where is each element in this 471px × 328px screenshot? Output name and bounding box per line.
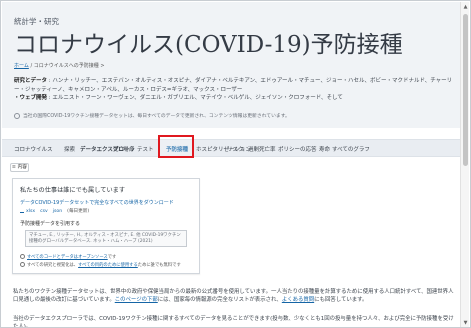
open-source-link[interactable]: すべてのコードとデータはオープンソース bbox=[27, 255, 108, 260]
json-link[interactable]: json bbox=[53, 209, 62, 214]
vertical-scrollbar[interactable]: ▲ ▼ bbox=[460, 2, 469, 327]
download-card: 私たちの仕事は誰にでも属しています データCOVID-19データセットで完全なす… bbox=[12, 178, 200, 274]
free-use-link[interactable]: すべての目的のために使用する bbox=[78, 263, 138, 268]
license2-tail: ために誰でも無料です bbox=[137, 263, 181, 268]
authors-credit: 研究とデータ : ハンナ・リッチー、エステバン・オルティス・オスピナ、ダイアナ・… bbox=[14, 77, 454, 103]
nav-item-all-charts[interactable]: すべてのグラフ bbox=[332, 145, 370, 153]
info-icon bbox=[14, 112, 20, 119]
file-links-row: xlsx csv json (毎日更新) bbox=[20, 208, 89, 214]
authors-label: 研究とデータ bbox=[14, 78, 48, 84]
nav-item-risks[interactable]: リスク bbox=[227, 145, 244, 153]
breadcrumb: ホーム / コロナウイルスへの予防接種 > bbox=[14, 62, 105, 69]
breadcrumb-current: コロナウイルスへの予防接種 bbox=[33, 63, 99, 69]
page-viewport: 統計学・研究 コロナウイルス(COVID-19)予防接種 ホーム / コロナウイ… bbox=[0, 0, 471, 328]
download-dataset-link[interactable]: データCOVID-19データセットで完全なすべての世界をダウンロード bbox=[20, 199, 174, 206]
file-update-note: (毎日更新) bbox=[67, 209, 90, 214]
breadcrumb-trail: > bbox=[98, 63, 105, 69]
body-paragraph-2: 当社のデータエクスプローラでは、COVID-19ワクチン接種に関するすべてのデー… bbox=[13, 316, 454, 328]
update-notice-text: 当社の国際COVID-19ワクチン接種データセットは、毎日すべてのデータで更新さ… bbox=[23, 114, 290, 119]
csv-link[interactable]: csv bbox=[40, 209, 48, 214]
nav-item-cases[interactable]: 場合 bbox=[123, 145, 134, 153]
page-title: コロナウイルス(COVID-19)予防接種 bbox=[14, 32, 403, 58]
cite-label: 予防接種データを引用する bbox=[20, 221, 81, 227]
license1-text: です bbox=[107, 255, 117, 260]
web-dev-label: ・ウェブ開発 bbox=[14, 95, 48, 101]
nav-item-coronavirus[interactable]: コロナウイルス bbox=[14, 145, 53, 153]
license-line-open-source: すべてのコードとデータはオープンソースです bbox=[20, 254, 116, 260]
body-paragraph-1: 私たちのワクチン接種データセットは、世界中の政府や保健当局からの最新の公式番号を… bbox=[13, 288, 458, 304]
authors-list: : ハンナ・リッチー、エステバン・オルティス・オスピナ、ダイアナ・ベルテキアン、… bbox=[14, 78, 453, 93]
nav-item-explore[interactable]: 探索 bbox=[64, 145, 75, 153]
citation-box[interactable]: マチュー, E., リッチー, H., オルティス・オスピナ, E. 他 COV… bbox=[25, 230, 187, 247]
scrollbar-thumb[interactable] bbox=[463, 14, 468, 166]
page-kicker: 統計学・研究 bbox=[14, 17, 59, 26]
web-dev-list: : エルニスト・フーン・ワーヴェン、ダニエル・ガブリエル、マテイウ・ベルゲル、ジ… bbox=[47, 95, 343, 101]
scroll-up-icon[interactable]: ▲ bbox=[462, 4, 469, 10]
scroll-down-icon[interactable]: ▼ bbox=[462, 320, 469, 326]
faq-link[interactable]: よくある質問 bbox=[282, 297, 314, 303]
xlsx-link[interactable]: xlsx bbox=[26, 209, 35, 214]
active-tab-highlight bbox=[158, 135, 194, 158]
nav-item-policy-responses[interactable]: ポリシーの応答 bbox=[278, 145, 317, 153]
contents-button[interactable]: ≡ 内容 bbox=[10, 163, 29, 172]
card-title: 私たちの仕事は誰にでも属しています bbox=[20, 187, 126, 194]
open-source-icon bbox=[20, 254, 25, 259]
breadcrumb-home-link[interactable]: ホーム bbox=[14, 63, 29, 69]
update-notice: 当社の国際COVID-19ワクチン接種データセットは、毎日すべてのデータで更新さ… bbox=[14, 112, 290, 119]
page-header: 統計学・研究 コロナウイルス(COVID-19)予防接種 ホーム / コロナウイ… bbox=[2, 2, 461, 128]
nav-item-excess-mortality[interactable]: 過剰死亡率 bbox=[248, 145, 276, 153]
body-text-part: には、国家毎の情報源の完全なリストが表示され、 bbox=[157, 297, 282, 303]
section-navigation: コロナウイルス 探索 データエクスプローラ 死亡 場合 テスト 予防接種 ホスピ… bbox=[2, 139, 461, 157]
creative-commons-icon bbox=[20, 262, 25, 267]
license2-text: すべての研究と視覚化は、 bbox=[27, 263, 79, 268]
page-bottom-link[interactable]: このページの下部 bbox=[115, 297, 158, 303]
download-icon bbox=[20, 208, 24, 213]
nav-item-lifespan[interactable]: 寿命 bbox=[319, 145, 330, 153]
body-text-part: にも回答しています。 bbox=[314, 297, 368, 303]
nav-item-tests[interactable]: テスト bbox=[137, 145, 154, 153]
license-line-free-use: すべての研究と視覚化は、すべての目的のために使用するために誰でも無料です bbox=[20, 262, 181, 268]
